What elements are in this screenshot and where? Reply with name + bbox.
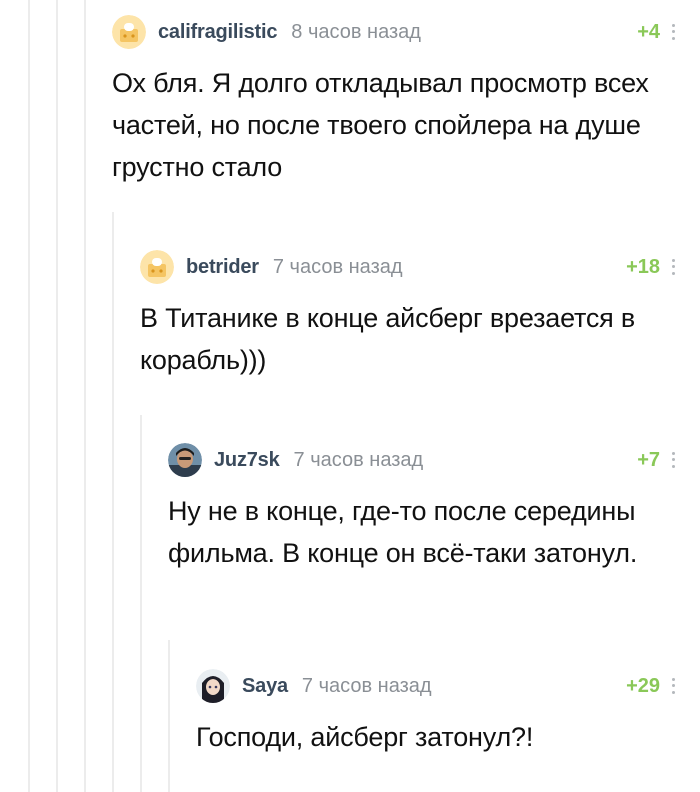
comment: Juz7sk 7 часов назад +7 Ну не в конце, г… (168, 442, 678, 574)
default-avatar[interactable] (112, 15, 146, 49)
comment-header: Juz7sk 7 часов назад +7 (168, 442, 678, 478)
comment-text: Ох бля. Я долго откладывал просмотр всех… (112, 68, 649, 182)
username[interactable]: califragilistic (158, 21, 277, 44)
comment-time[interactable]: 7 часов назад (302, 675, 432, 698)
comment-text: Ну не в конце, где-то после середины фил… (168, 496, 638, 568)
comment-header: califragilistic 8 часов назад +4 (112, 14, 678, 50)
rating: +18 (626, 255, 660, 278)
thread-line-level-1 (56, 0, 58, 792)
username[interactable]: Juz7sk (214, 449, 280, 472)
username[interactable]: Saya (242, 675, 288, 698)
comment-header: Saya 7 часов назад +29 (196, 668, 678, 704)
default-avatar[interactable] (140, 250, 174, 284)
rating: +7 (637, 448, 660, 471)
rating: +29 (626, 674, 660, 697)
user-photo-avatar[interactable] (168, 443, 202, 477)
thread-line-level-2 (84, 0, 86, 792)
comment-text: Господи, айсберг затонул?! (196, 722, 534, 752)
thread-line-level-3 (112, 212, 114, 792)
comment-text: В Титанике в конце айсберг врезается в к… (140, 303, 636, 375)
more-options-icon[interactable] (668, 450, 678, 470)
anime-avatar[interactable] (196, 669, 230, 703)
comment: betrider 7 часов назад +18 В Титанике в … (140, 249, 678, 381)
more-options-icon[interactable] (668, 676, 678, 696)
comment-header: betrider 7 часов назад +18 (140, 249, 678, 285)
more-options-icon[interactable] (668, 22, 678, 42)
comment-time[interactable]: 7 часов назад (294, 449, 424, 472)
comment: califragilistic 8 часов назад +4 Ох бля.… (112, 14, 678, 188)
comment: Saya 7 часов назад +29 Господи, айсберг … (196, 668, 678, 758)
comment-time[interactable]: 7 часов назад (273, 256, 403, 279)
thread-line-level-4 (140, 415, 142, 792)
more-options-icon[interactable] (668, 257, 678, 277)
thread-line-level-0 (28, 0, 30, 792)
thread-line-level-5 (168, 640, 170, 792)
username[interactable]: betrider (186, 256, 259, 279)
comment-time[interactable]: 8 часов назад (291, 21, 421, 44)
rating: +4 (637, 20, 660, 43)
